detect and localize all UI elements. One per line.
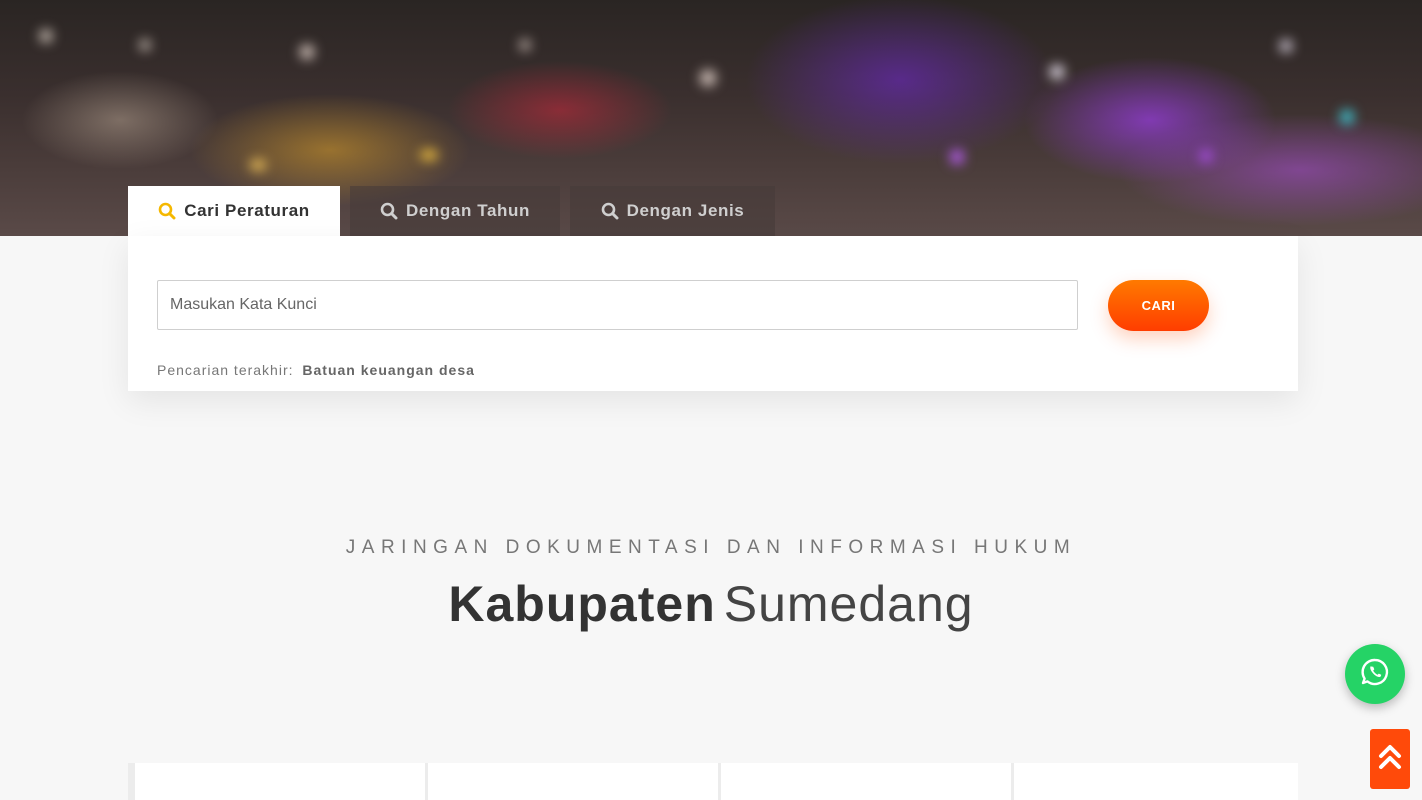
recent-search-label: Pencarian terakhir: <box>157 362 294 378</box>
tab-dengan-tahun[interactable]: Dengan Tahun <box>350 186 560 236</box>
info-card[interactable] <box>721 763 1011 800</box>
tab-label: Dengan Tahun <box>406 201 530 220</box>
recent-search-link[interactable]: Batuan keuangan desa <box>302 362 475 378</box>
tab-dengan-jenis[interactable]: Dengan Jenis <box>570 186 775 236</box>
info-card[interactable] <box>1014 763 1298 800</box>
info-card[interactable] <box>135 763 425 800</box>
info-card[interactable] <box>428 763 718 800</box>
scroll-top-button[interactable] <box>1370 729 1410 789</box>
search-button[interactable]: CARI <box>1108 280 1209 331</box>
search-icon <box>601 202 619 220</box>
section-title: Kabupaten Sumedang <box>0 575 1422 633</box>
title-light: Sumedang <box>723 576 974 632</box>
tab-label: Dengan Jenis <box>626 201 745 220</box>
whatsapp-icon <box>1360 657 1390 692</box>
search-input[interactable] <box>157 280 1078 330</box>
double-chevron-up-icon <box>1378 742 1402 777</box>
recent-search: Pencarian terakhir: Batuan keuangan desa <box>157 362 475 378</box>
tab-label: Cari Peraturan <box>184 201 310 220</box>
search-panel: CARI Pencarian terakhir: Batuan keuangan… <box>128 236 1298 391</box>
search-icon <box>380 202 398 220</box>
whatsapp-button[interactable] <box>1345 644 1405 704</box>
search-icon <box>158 202 176 220</box>
title-bold: Kabupaten <box>448 576 716 632</box>
tab-cari-peraturan[interactable]: Cari Peraturan <box>128 186 340 236</box>
section-eyebrow: JARINGAN DOKUMENTASI DAN INFORMASI HUKUM <box>345 537 1077 558</box>
